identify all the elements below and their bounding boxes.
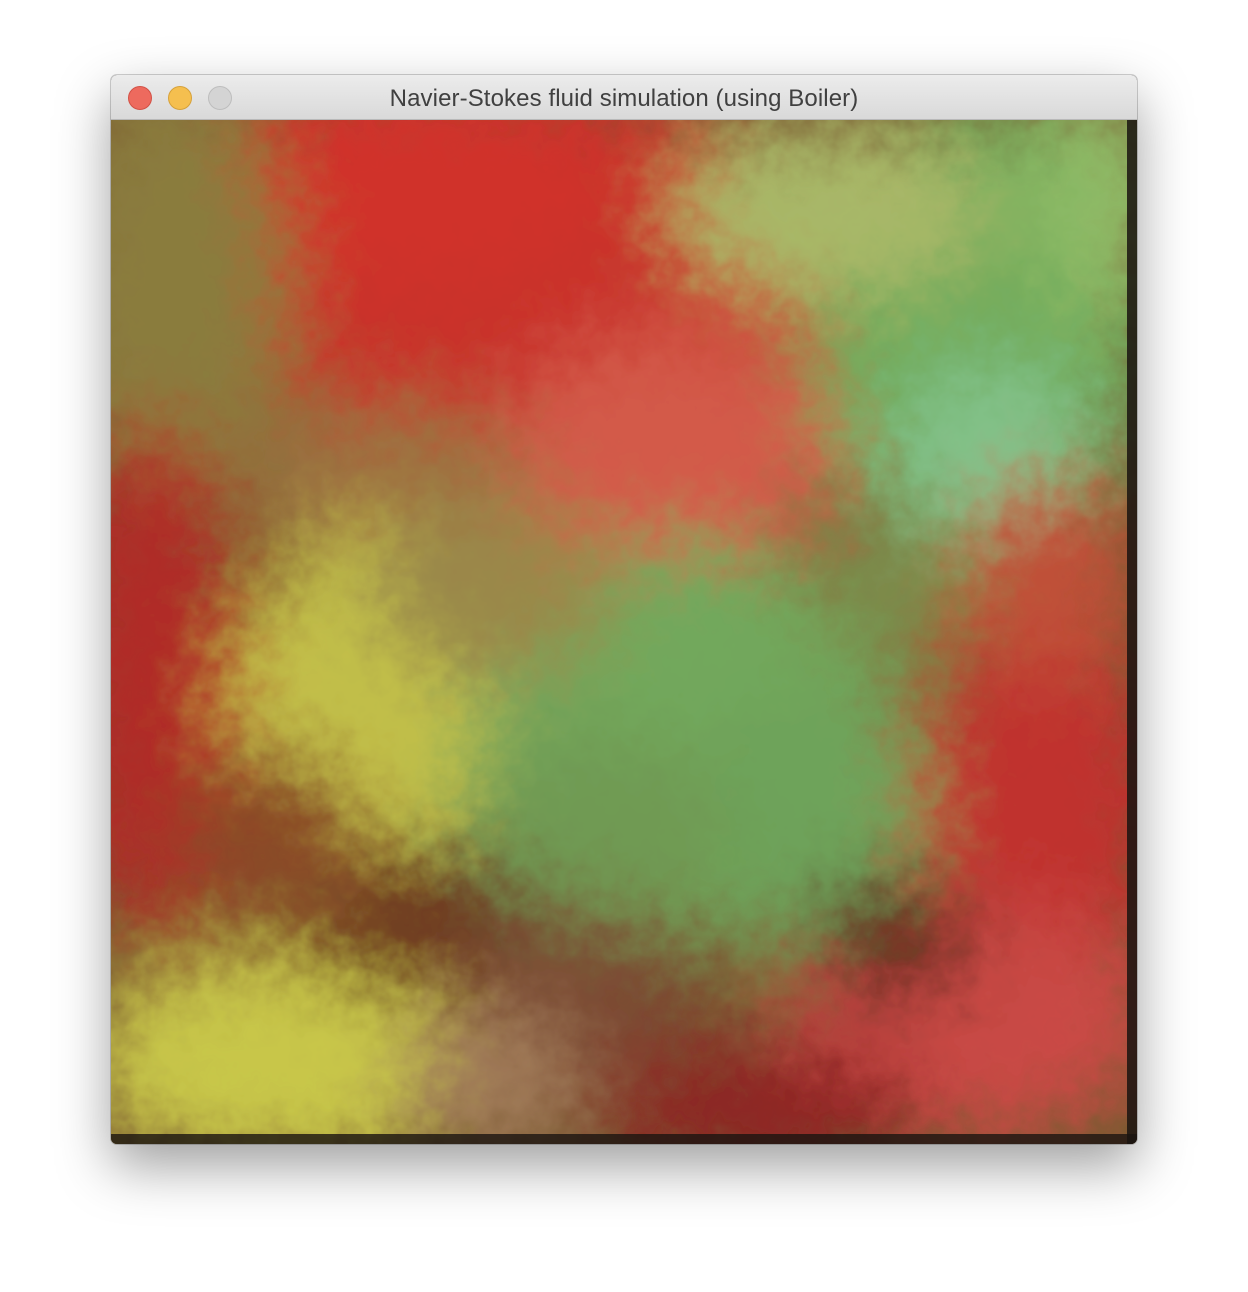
right-edge-artifact — [1127, 120, 1137, 1144]
window-title: Navier-Stokes fluid simulation (using Bo… — [389, 85, 859, 112]
fluid-simulation-canvas[interactable] — [111, 120, 1137, 1144]
fluid-density-field — [111, 120, 1137, 1144]
app-window: Navier-Stokes fluid simulation (using Bo… — [111, 75, 1137, 1144]
title-bar[interactable]: Navier-Stokes fluid simulation (using Bo… — [111, 75, 1137, 120]
bottom-edge-artifact — [111, 1134, 1137, 1144]
